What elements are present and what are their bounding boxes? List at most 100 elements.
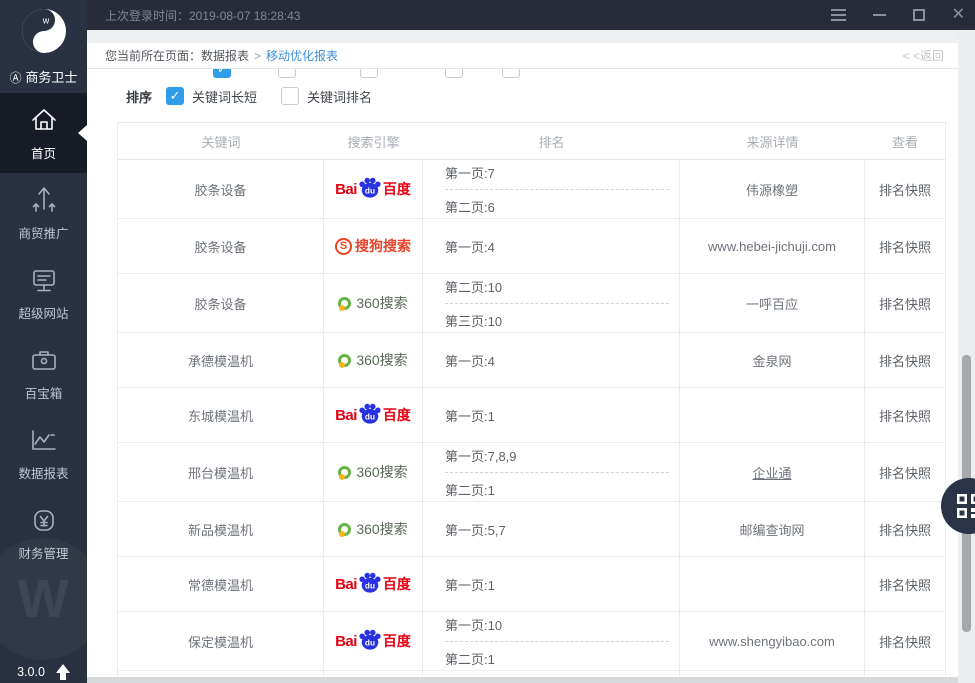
engine-filter-checkbox-2[interactable]: [278, 69, 296, 78]
rank-value: 第一页:4: [445, 351, 669, 370]
titlebar: 上次登录时间：2019-08-07 18:28:43 ✕: [87, 0, 975, 30]
keyword-cell: 东城模温机: [118, 388, 324, 442]
keyword-cell: 新品模温机: [118, 502, 324, 556]
rank-cell: 第二页:10第三页:10: [423, 274, 680, 332]
sidebar-item-label: 超级网站: [18, 303, 68, 322]
source-cell: 伟源橡塑: [680, 160, 865, 218]
engine-cell: Baidu百度: [324, 160, 423, 218]
view-snapshot-link[interactable]: 排名快照: [865, 160, 945, 218]
sidebar-item-label: 首页: [31, 143, 56, 162]
last-login-time: 上次登录时间：2019-08-07 18:28:43: [105, 7, 300, 24]
brand-badge-icon: Ⓐ: [10, 71, 22, 85]
sidebar-item-home[interactable]: 首页: [0, 93, 87, 173]
view-snapshot-link[interactable]: 排名快照: [865, 333, 945, 387]
vertical-scrollbar-track[interactable]: [958, 30, 975, 683]
update-arrow-icon[interactable]: [56, 664, 70, 680]
version-label: 3.0.0: [17, 665, 45, 679]
home-icon: [28, 104, 60, 136]
view-snapshot-link[interactable]: 排名快照: [865, 274, 945, 332]
engine-cell: Baidu百度: [324, 557, 423, 611]
keyword-cell: 胶条设备: [118, 274, 324, 332]
engine-cell: Baidu百度: [324, 612, 423, 670]
bottom-edge-strip: [87, 677, 958, 683]
back-link[interactable]: < <返回: [903, 47, 944, 64]
app-logo: w Ⓐ 商务卫士: [0, 0, 87, 93]
view-snapshot-link[interactable]: 排名快照: [865, 388, 945, 442]
source-cell: www.hebei-jichuji.com: [680, 219, 865, 273]
sidebar-item-website[interactable]: 超级网站: [0, 253, 87, 333]
keyword-cell: 胶条设备: [118, 219, 324, 273]
view-snapshot-link[interactable]: 排名快照: [865, 219, 945, 273]
view-snapshot-link[interactable]: 排名快照: [865, 557, 945, 611]
table-row: 胶条设备S搜狗搜索第一页:4www.hebei-jichuji.com排名快照: [118, 219, 945, 274]
window-controls: ✕: [831, 7, 975, 23]
column-header: 排名: [423, 132, 680, 151]
engine-filter-checkbox-4[interactable]: [445, 69, 463, 78]
source-cell: 一呼百应: [680, 274, 865, 332]
source-text[interactable]: 企业通: [752, 463, 791, 482]
close-icon[interactable]: ✕: [952, 7, 965, 23]
table-row: 胶条设备 360搜索第二页:10第三页:10 一呼百应 排名快照: [118, 274, 945, 333]
column-header: 来源详情: [680, 132, 865, 151]
hamburger-menu-icon[interactable]: [831, 7, 846, 23]
engine-filter-checkbox-1[interactable]: ✓: [213, 69, 231, 78]
view-snapshot-link[interactable]: 排名快照: [865, 612, 945, 670]
keyword-cell: 常德模温机: [118, 557, 324, 611]
baidu-logo-icon: Baidu百度: [335, 571, 411, 597]
table-row: 保定模温机Baidu百度第一页:10第二页:1www.shengyibao.co…: [118, 612, 945, 671]
sort-option-1[interactable]: ✓关键词长短: [166, 87, 257, 106]
column-header: 关键词: [118, 132, 324, 151]
breadcrumb: 您当前所在页面： 数据报表 > 移动优化报表 < <返回: [87, 43, 958, 69]
sidebar-item-promotion[interactable]: 商贸推广: [0, 173, 87, 253]
table-row: 胶条设备Baidu百度第一页:7第二页:6伟源橡塑排名快照: [118, 160, 945, 219]
rank-value: 第三页:10: [445, 311, 669, 330]
engine-cell: 360搜索: [324, 443, 423, 501]
finance-icon: [28, 504, 60, 536]
engine-cell: 360搜索: [324, 502, 423, 556]
sort-label: 排序: [126, 87, 152, 106]
qr-code-icon: [956, 493, 975, 519]
rank-cell: 第一页:4: [423, 333, 680, 387]
table-row: 新品模温机360搜索第一页:5,7邮编查询网排名快照: [118, 502, 945, 557]
maximize-icon[interactable]: [913, 7, 925, 23]
rank-cell: 第一页:1: [423, 388, 680, 442]
sort-filter-row: 排序 ✓关键词长短 关键词排名: [126, 84, 396, 108]
empty-cell: [680, 671, 865, 676]
rank-value: 第一页:1: [445, 406, 669, 425]
view-snapshot-link[interactable]: 排名快照: [865, 502, 945, 556]
breadcrumb-current[interactable]: 移动优化报表: [266, 47, 338, 64]
rank-divider: [445, 641, 669, 642]
engine-filter-checkbox-5[interactable]: [502, 69, 520, 78]
sidebar-item-toolbox[interactable]: 百宝箱: [0, 333, 87, 413]
app-window: 上次登录时间：2019-08-07 18:28:43 ✕ w Ⓐ 商务卫士 首页…: [0, 0, 975, 683]
empty-cell: [423, 671, 680, 676]
sidebar-item-reports[interactable]: 数据报表: [0, 413, 87, 493]
empty-cell: [865, 671, 945, 676]
source-text: www.hebei-jichuji.com: [708, 239, 836, 254]
svg-text:du: du: [365, 412, 375, 422]
source-cell: 企业通: [680, 443, 865, 501]
checkbox-icon[interactable]: ✓: [166, 87, 184, 105]
minimize-icon[interactable]: [873, 7, 886, 23]
engine-filter-checkbox-3[interactable]: [360, 69, 378, 78]
rank-value: 第一页:7: [445, 163, 669, 182]
sort-option-label: 关键词排名: [307, 87, 372, 106]
source-text: 金泉网: [752, 351, 791, 370]
table-body: 胶条设备Baidu百度第一页:7第二页:6伟源橡塑排名快照胶条设备S搜狗搜索第一…: [118, 160, 945, 676]
rank-value: 第一页:5,7: [445, 520, 669, 539]
rank-value: 第二页:1: [445, 649, 669, 668]
view-snapshot-link[interactable]: 排名快照: [865, 443, 945, 501]
so360-logo-icon: 360搜索: [338, 350, 407, 370]
rank-cell: 第一页:1: [423, 557, 680, 611]
version-row: 3.0.0: [0, 664, 87, 680]
yin-yang-logo-icon: w: [20, 7, 68, 55]
checkbox-icon[interactable]: [281, 87, 299, 105]
rank-divider: [445, 303, 669, 304]
source-text: 一呼百应: [746, 294, 798, 313]
svg-text:du: du: [365, 186, 375, 196]
toolbox-icon: [28, 344, 60, 376]
so360-logo-icon: 360搜索: [338, 293, 407, 313]
brand-name: Ⓐ 商务卫士: [0, 67, 87, 86]
sort-option-2[interactable]: 关键词排名: [281, 87, 372, 106]
breadcrumb-prefix: 您当前所在页面：: [105, 47, 201, 64]
